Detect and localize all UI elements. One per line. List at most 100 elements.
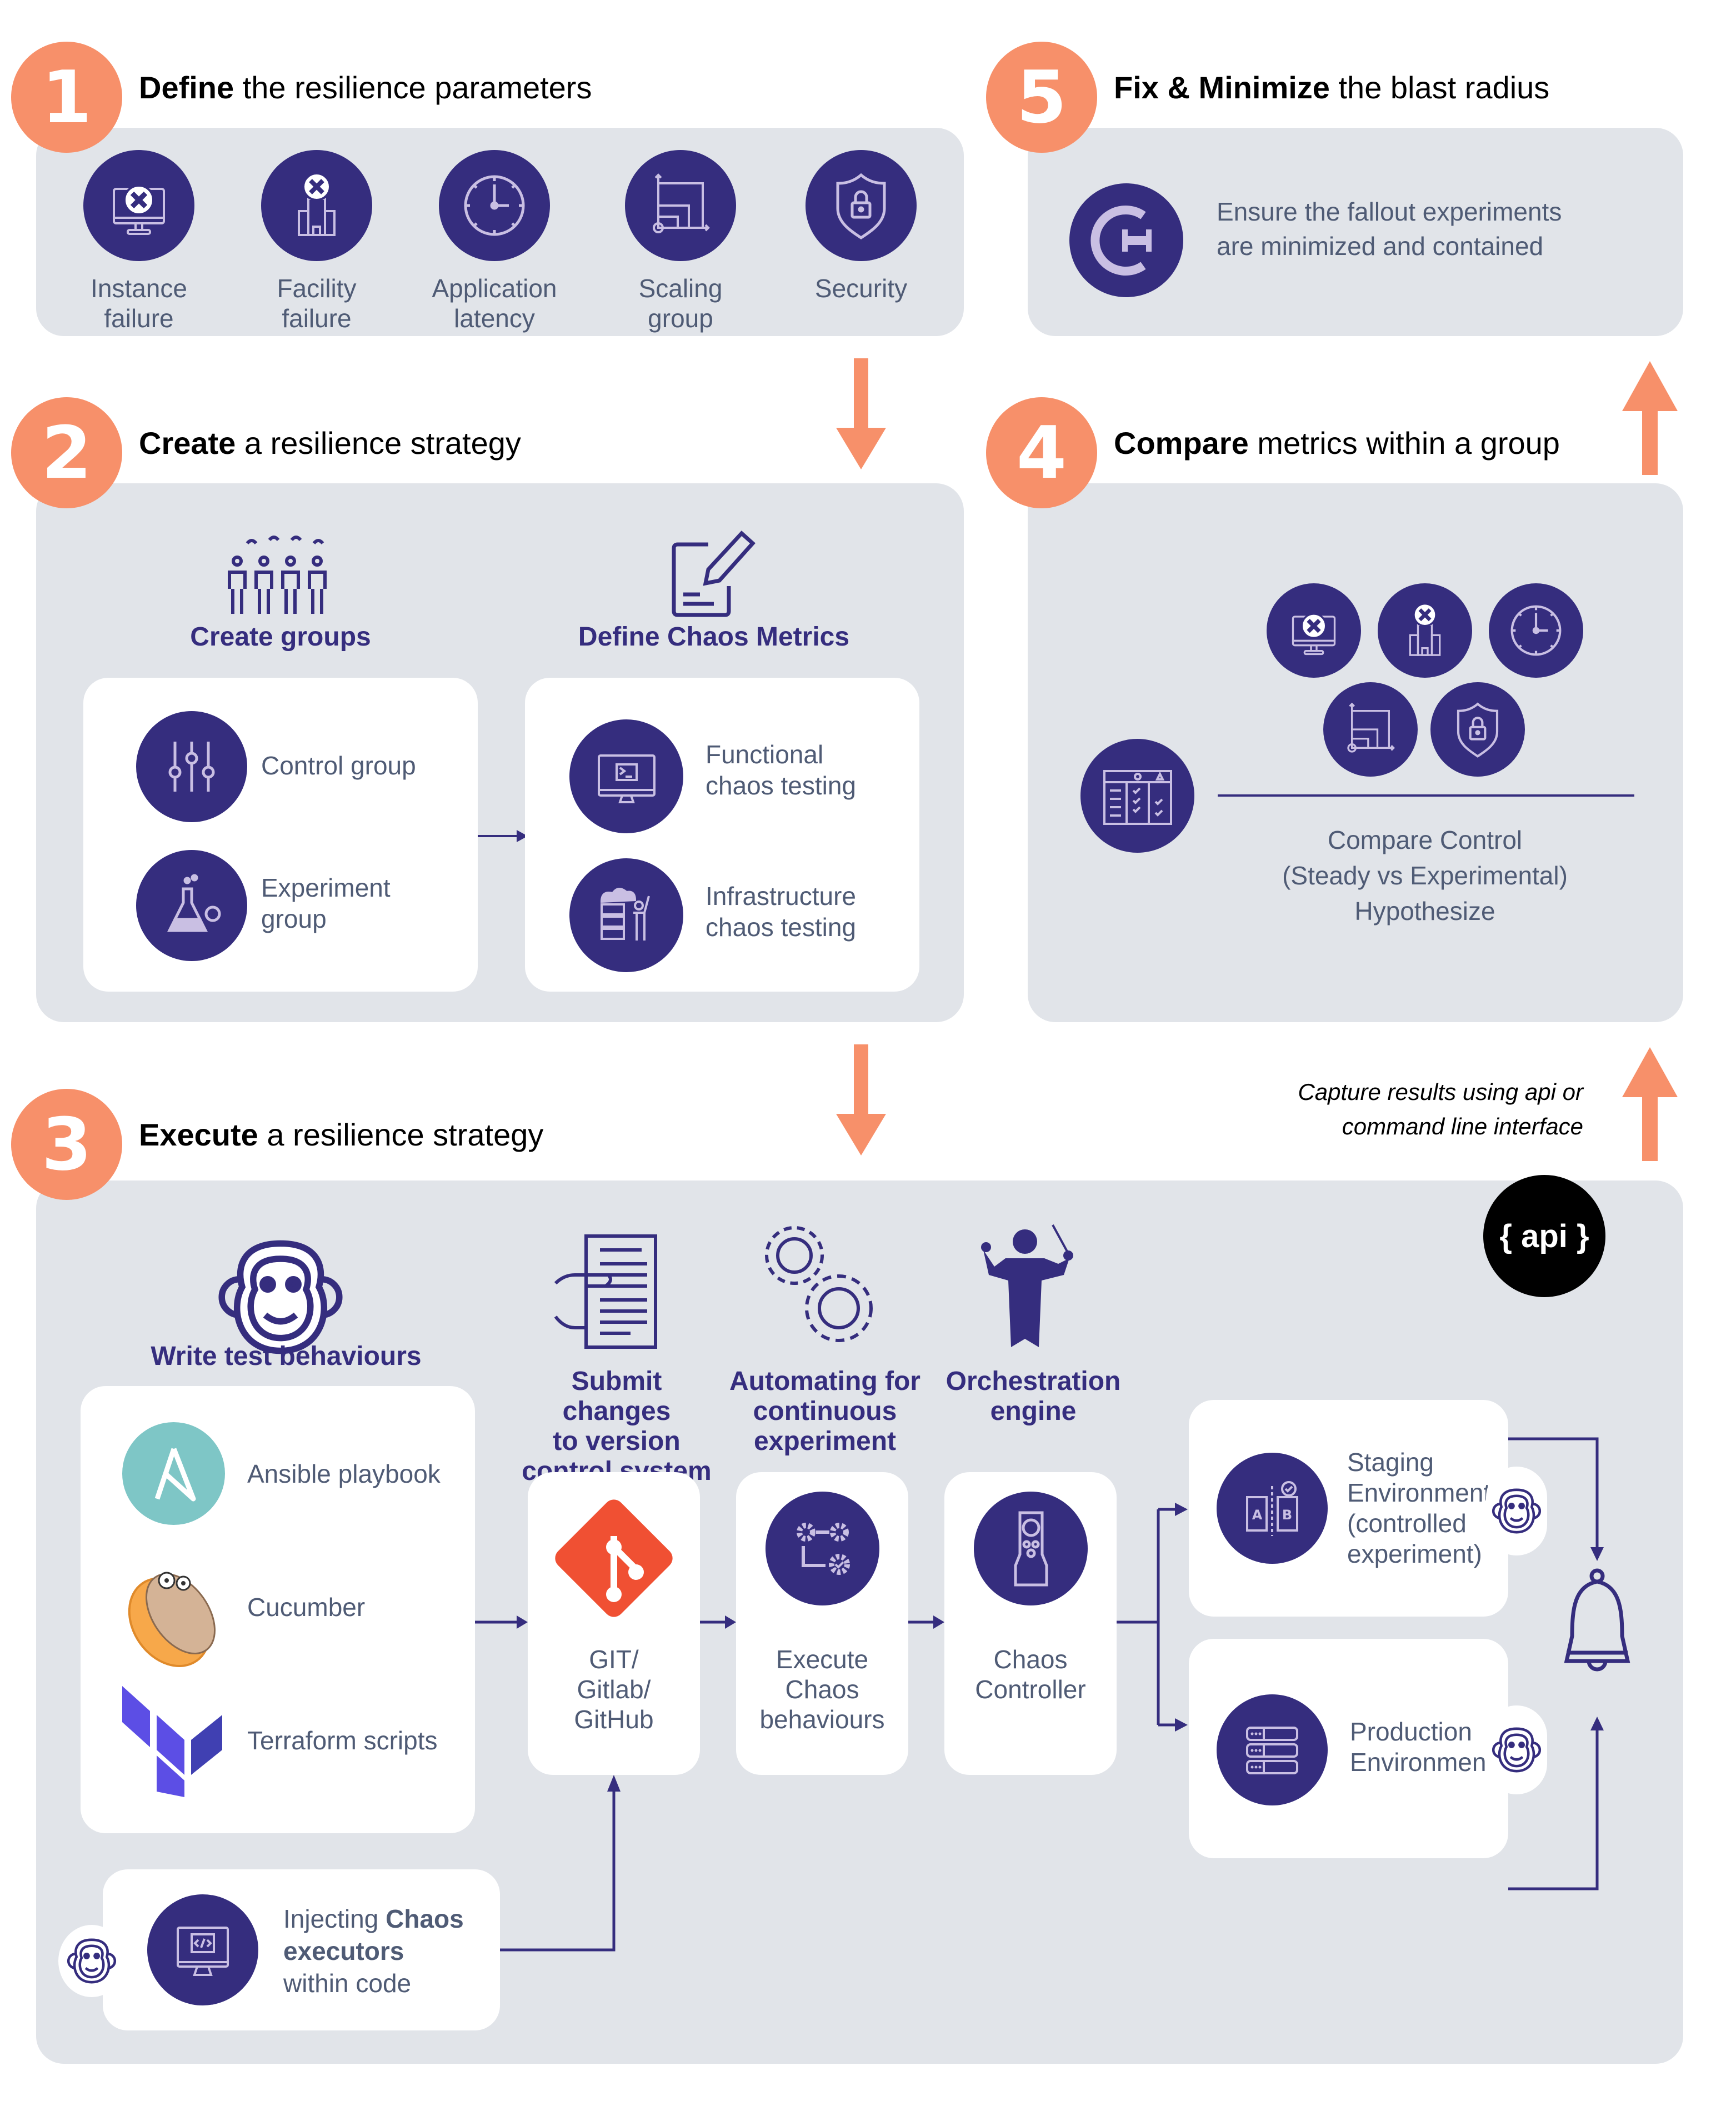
automating-heading-1: Automating for: [729, 1367, 920, 1396]
capture-results-line-2: command line interface: [1342, 1113, 1583, 1139]
step-5-panel: Ensure the fallout experiments are minim…: [1028, 128, 1683, 336]
git-label-1: GIT/: [589, 1645, 639, 1674]
scaling-icon: [1323, 682, 1418, 777]
compare-line-3: Hypothesize: [1354, 897, 1495, 926]
control-group-label: Control group: [261, 751, 416, 780]
orchestration-heading-2: engine: [990, 1397, 1077, 1426]
arrow-execute-to-controller: [908, 1615, 944, 1629]
monitor-failure-icon: [83, 150, 194, 261]
param-label: Facility: [277, 274, 357, 303]
write-test-behaviours-heading: Write test behaviours: [151, 1342, 422, 1371]
execute-label-3: behaviours: [759, 1705, 885, 1734]
arrow-controller-to-envs: [1117, 1503, 1188, 1732]
edit-document-icon: [672, 531, 756, 617]
git-label-3: GitHub: [574, 1705, 654, 1734]
controller-label-1: Chaos: [993, 1645, 1068, 1674]
git-icon: [555, 1499, 673, 1617]
metrics-card: Functional chaos testing Infrastructure ch…: [525, 678, 919, 992]
staging-label-1: Staging: [1347, 1448, 1434, 1477]
comparison-table-icon: [1080, 739, 1194, 853]
git-card: GIT/Gitlab/GitHub: [528, 1472, 700, 1775]
param-label: Application: [432, 274, 557, 303]
inject-text-post: within code: [283, 1969, 412, 1998]
step-3-panel: { api } Write test behaviours Submit cha…: [36, 1175, 1683, 2064]
arrow-up-4-to-5: [1622, 361, 1678, 475]
server-stack-icon: [1217, 1694, 1328, 1805]
building-failure-icon: [1378, 583, 1472, 678]
scaling-icon: [625, 150, 736, 261]
capture-results-line-1: Capture results using api or: [1298, 1079, 1583, 1105]
step-4-panel: Compare Control (Steady vs Experimental)…: [1028, 483, 1683, 1022]
bell-icon: [1564, 1568, 1630, 1672]
svg-text:B: B: [1282, 1507, 1292, 1523]
step-4-badge: 4: [986, 397, 1097, 508]
sliders-icon: [136, 711, 247, 822]
create-groups-heading: Create groups: [190, 622, 371, 652]
arrow-up-3-to-4: [1622, 1047, 1678, 1161]
groups-card: Control group Experiment group: [83, 678, 478, 992]
blast-radius-icon: [1069, 183, 1183, 297]
inject-text-pre: Injecting: [283, 1904, 386, 1933]
shield-lock-icon: [1430, 682, 1525, 777]
infrastructure-testing-label: Infrastructure: [706, 882, 856, 911]
gears-icon: [765, 1226, 873, 1342]
step-4-title: Compare metrics within a group: [1114, 426, 1560, 461]
orchestration-heading-1: Orchestration: [945, 1367, 1121, 1396]
inject-text-bold-2: executors: [283, 1937, 404, 1965]
step-5-text-line-1: Ensure the fallout experiments: [1217, 197, 1562, 226]
clock-icon: [1489, 583, 1583, 678]
remote-controller-icon: [974, 1492, 1088, 1605]
api-badge: { api }: [1483, 1175, 1605, 1297]
define-chaos-metrics-heading: Define Chaos Metrics: [578, 622, 850, 652]
production-label-2: Environment: [1350, 1748, 1494, 1777]
building-failure-icon: [261, 150, 372, 261]
divider-line: [1218, 794, 1634, 797]
monkey-badge: [58, 1925, 125, 1997]
step-3-title: Execute a resilience strategy: [139, 1117, 544, 1152]
param-label-2: failure: [282, 304, 352, 333]
param-label-2: latency: [454, 304, 535, 333]
inject-card: Injecting Chaos executors within code: [103, 1869, 500, 2030]
vcs-heading-2: to version: [553, 1427, 681, 1456]
param-label: Scaling: [638, 274, 723, 303]
step-3-badge: 3: [11, 1089, 122, 1200]
arrow-down-1-to-2: [836, 358, 886, 469]
git-label-2: Gitlab/: [577, 1675, 651, 1704]
clock-icon: [439, 150, 550, 261]
terraform-icon: [122, 1686, 222, 1797]
shield-lock-icon: [806, 150, 917, 261]
experiment-group-label: Experiment: [261, 873, 391, 902]
inject-text-bold-1: Chaos: [386, 1904, 464, 1933]
automation-gears-icon: [766, 1492, 879, 1605]
step-2-title: Create a resilience strategy: [139, 426, 521, 461]
param-label: Instance: [91, 274, 187, 303]
flask-gear-icon: [136, 850, 247, 961]
vcs-heading-1: Submit changes: [562, 1367, 671, 1426]
arrow-git-to-execute: [700, 1615, 736, 1629]
staging-label-3: (controlled: [1347, 1509, 1467, 1538]
cucumber-gopher-icon: [128, 1572, 216, 1667]
staging-label-2: Environment: [1347, 1478, 1491, 1507]
production-label-1: Production: [1350, 1717, 1472, 1746]
functional-testing-label-2: chaos testing: [706, 771, 857, 800]
step-5-badge: 5: [986, 42, 1097, 153]
cucumber-label: Cucumber: [247, 1593, 366, 1622]
conductor-icon: [981, 1224, 1073, 1347]
ab-test-icon: AB: [1217, 1453, 1328, 1564]
monkey-icon: [64, 1933, 119, 1989]
svg-text:A: A: [1252, 1507, 1263, 1523]
experiment-group-label-2: group: [261, 904, 327, 933]
automating-heading-3: experiment: [753, 1427, 897, 1456]
compare-line-2: (Steady vs Experimental): [1282, 861, 1568, 890]
monitor-failure-icon: [1267, 583, 1361, 678]
document-hand-icon: [554, 1234, 657, 1349]
controller-label-2: Controller: [975, 1675, 1086, 1704]
terminal-monitor-icon: [569, 719, 683, 833]
arrow-down-2-to-3: [836, 1044, 886, 1155]
staging-env-card: AB Staging Environment (controlled experime…: [1189, 1400, 1508, 1617]
step-5-title: Fix & Minimize the blast radius: [1114, 70, 1550, 105]
step-2-badge: 2: [11, 397, 122, 508]
step-2-panel: Create groups Define Chaos Metrics Contr…: [36, 483, 964, 1022]
people-group-icon: [228, 536, 327, 614]
execute-label-1: Execute: [776, 1645, 869, 1674]
